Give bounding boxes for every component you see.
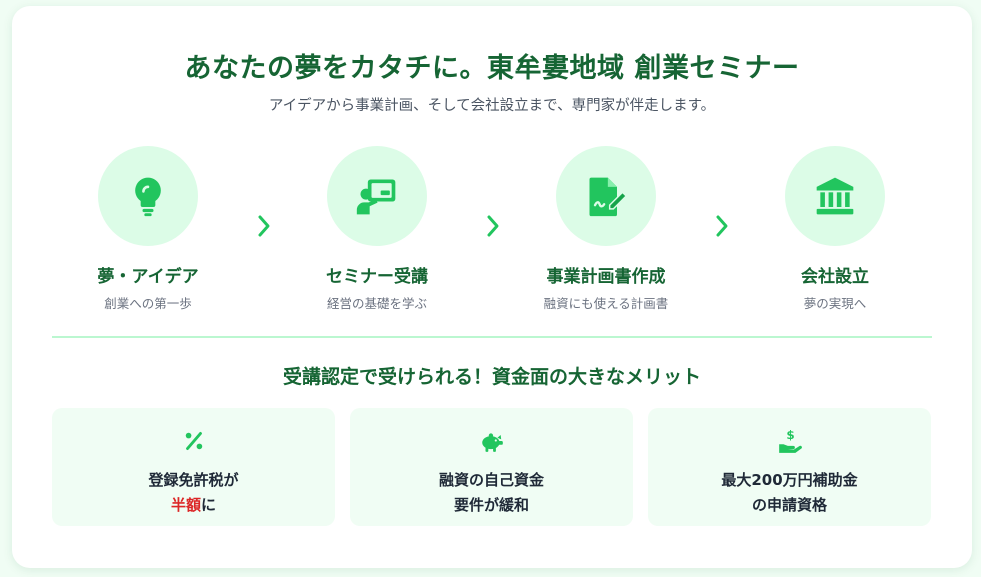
benefit-line: の申請資格: [751, 496, 827, 514]
step-dream-idea: 夢・アイデア 創業への第一歩: [58, 146, 238, 312]
seminar-card: あなたの夢をカタチに。東牟婁地域 創業セミナー アイデアから事業計画、そして会社…: [12, 6, 972, 568]
page-subtitle: アイデアから事業計画、そして会社設立まで、専門家が伴走します。: [268, 98, 716, 114]
benefit-line: 最大200万円補助金: [721, 471, 858, 489]
step-description: 夢の実現へ: [803, 296, 867, 311]
benefit-card-subsidy: $ 最大200万円補助金 の申請資格: [648, 408, 931, 526]
chevron-right-icon: [483, 212, 503, 240]
step-title: 夢・アイデア: [97, 267, 199, 287]
hand-coin-icon: $: [778, 428, 802, 453]
step-business-plan: 事業計画書作成 融資にも使える計画書: [516, 146, 696, 312]
step-title: 会社設立: [801, 267, 869, 287]
step-icon-circle: [327, 146, 427, 246]
benefit-line: 要件が緩和: [453, 496, 529, 514]
lightbulb-icon: [135, 177, 161, 217]
chevron-right-icon: [254, 212, 274, 240]
piggy-bank-icon: [481, 433, 503, 452]
step-description: 融資にも使える計画書: [543, 296, 669, 311]
step-description: 創業への第一歩: [104, 296, 192, 311]
step-title: セミナー受講: [326, 267, 428, 287]
percent-icon: [185, 432, 202, 450]
process-steps: 夢・アイデア 創業への第一歩 セミナー受講 経営の基礎を学ぶ 事業計画書作成 融…: [12, 146, 972, 316]
page-title: あなたの夢をカタチに。東牟婁地域 創業セミナー: [184, 53, 800, 84]
benefits-heading: 受講認定で受けられる！資金面の大きなメリット: [282, 366, 701, 388]
benefit-line: 融資の自己資金: [438, 471, 544, 489]
step-icon-circle: [785, 146, 885, 246]
svg-text:$: $: [786, 428, 794, 442]
benefit-card-tax: 登録免許税が 半額に: [52, 408, 335, 526]
section-divider: [52, 336, 932, 338]
document-pen-icon: [589, 177, 628, 217]
teacher-board-icon: [356, 179, 396, 215]
step-icon-circle: [98, 146, 198, 246]
step-icon-circle: [556, 146, 656, 246]
benefit-line: に: [201, 496, 217, 514]
benefit-highlight: 半額: [170, 496, 201, 514]
step-seminar: セミナー受講 経営の基礎を学ぶ: [287, 146, 467, 312]
chevron-right-icon: [712, 212, 732, 240]
step-description: 経営の基礎を学ぶ: [326, 296, 427, 311]
bank-building-icon: [816, 177, 854, 215]
benefit-card-loan: 融資の自己資金 要件が緩和: [350, 408, 633, 526]
step-company-setup: 会社設立 夢の実現へ: [745, 146, 925, 312]
benefit-line: 登録免許税が: [148, 471, 239, 489]
step-title: 事業計画書作成: [546, 267, 666, 287]
